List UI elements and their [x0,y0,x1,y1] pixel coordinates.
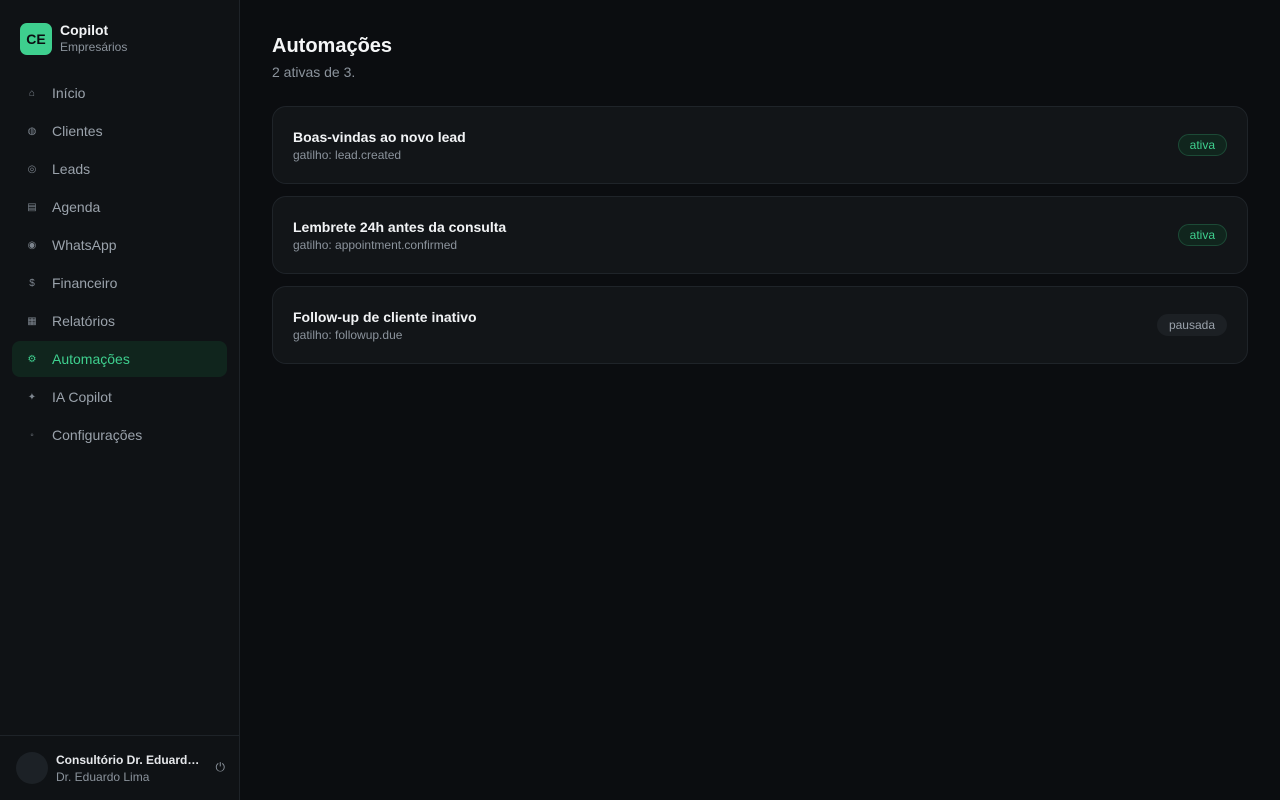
sidebar-item-configuracoes[interactable]: ◦ Configurações [12,417,227,453]
brand-subtitle: Empresários [60,40,128,54]
brand-name: Copilot [60,22,109,38]
sidebar-item-label: WhatsApp [52,237,117,253]
automation-card[interactable]: Lembrete 24h antes da consulta gatilho: a… [272,196,1248,274]
status-badge: pausada [1156,314,1227,336]
sidebar-item-label: Automações [52,351,130,367]
sidebar-item-label: Clientes [52,123,103,139]
brand-text: Copilot Empresários [60,22,127,55]
sidebar-item-label: Relatórios [52,313,116,329]
status-badge: ativa [1177,224,1227,246]
automation-trigger: gatilho: followup.due [293,327,403,342]
sparkle-icon: ✦ [27,391,37,403]
brand-logo: CE [20,22,52,55]
clients-icon: ◍ [27,125,37,137]
power-icon[interactable]: ⏻ [216,760,226,775]
page-title: Automações [272,35,393,57]
sidebar-item-inicio[interactable]: ⌂ Início [12,75,227,111]
avatar [16,752,48,784]
sidebar-item-leads[interactable]: ◎ Leads [12,151,227,187]
user-profile[interactable]: Consultório Dr. Eduardo Lima Dr. Eduardo… [0,735,239,800]
sidebar-item-clientes[interactable]: ◍ Clientes [12,113,227,149]
automation-info: Boas-vindas ao novo lead gatilho: lead.cr… [293,128,466,163]
chart-icon: ▦ [27,315,37,327]
status-badge: ativa [1177,134,1227,156]
sidebar-item-label: IA Copilot [52,389,112,405]
calendar-icon: ▤ [27,201,37,213]
sidebar-item-label: Financeiro [52,275,118,291]
user-name: Dr. Eduardo Lima [56,769,150,784]
automation-card[interactable]: Boas-vindas ao novo lead gatilho: lead.cr… [272,106,1248,184]
settings-icon: ◦ [30,429,34,441]
sidebar-item-label: Agenda [52,199,101,215]
sidebar-item-label: Configurações [52,427,143,443]
target-icon: ◎ [27,163,37,175]
whatsapp-icon: ◉ [27,239,37,251]
automation-info: Follow-up de cliente inativo gatilho: fol… [293,308,477,343]
brand[interactable]: CE Copilot Empresários [20,22,127,55]
sidebar-item-ia-copilot[interactable]: ✦ IA Copilot [12,379,227,415]
automation-trigger: gatilho: appointment.confirmed [293,237,458,252]
automation-card[interactable]: Follow-up de cliente inativo gatilho: fol… [272,286,1248,364]
sidebar: CE Copilot Empresários ⌂ Início ◍ Clientes ◎… [0,0,240,800]
automation-trigger: gatilho: lead.created [293,147,402,162]
sidebar-item-relatorios[interactable]: ▦ Relatórios [12,303,227,339]
automation-info: Lembrete 24h antes da consulta gatilho: a… [293,218,506,253]
automation-title: Boas-vindas ao novo lead [293,128,466,145]
automation-title: Follow-up de cliente inativo [293,308,477,325]
user-text: Consultório Dr. Eduardo Lima Dr. Eduardo… [56,752,206,785]
sidebar-item-agenda[interactable]: ▤ Agenda [12,189,227,225]
automation-list: Boas-vindas ao novo lead gatilho: lead.cr… [272,106,1248,364]
automation-title: Lembrete 24h antes da consulta [293,218,507,235]
sidebar-item-label: Início [52,85,86,101]
dollar-icon: $ [29,277,35,289]
home-icon: ⌂ [28,87,36,99]
main-content: Automações 2 ativas de 3. Boas-vindas ao… [272,34,1248,376]
gear-icon: ⚙ [27,353,37,365]
sidebar-item-label: Leads [52,161,91,177]
sidebar-nav: ⌂ Início ◍ Clientes ◎ Leads ▤ Agenda ◉ WhatsApp $ F… [12,75,227,455]
user-org: Consultório Dr. Eduardo Lima [56,752,206,767]
sidebar-item-financeiro[interactable]: $ Financeiro [12,265,227,301]
page-subtitle: 2 ativas de 3. [272,64,356,80]
sidebar-item-automacoes[interactable]: ⚙ Automações [12,341,227,377]
sidebar-item-whatsapp[interactable]: ◉ WhatsApp [12,227,227,263]
